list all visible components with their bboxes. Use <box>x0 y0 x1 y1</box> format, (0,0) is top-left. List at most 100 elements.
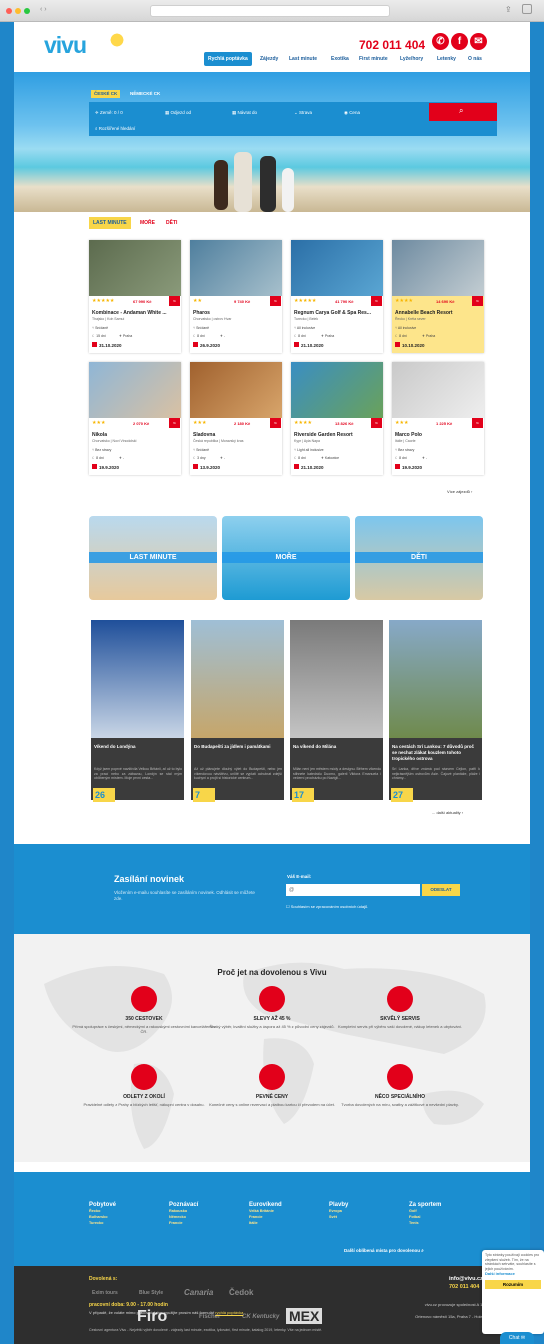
offer-card[interactable]: ★★★ 2 180 Kč% Sladovna Česká republika | Mo… <box>190 362 282 475</box>
offer-location: Řecko | Kréta sever <box>395 317 426 321</box>
family-photo-3 <box>260 156 276 212</box>
offer-card[interactable]: ★★★★ 14 690 Kč% Annabelle Beach Resort Řeck… <box>392 240 484 353</box>
nav-quick-request[interactable]: Rychlá poptávka <box>204 52 252 66</box>
offer-date-label: 13.9.2020 <box>200 465 221 470</box>
more-news-link[interactable]: ... další aktuality › <box>432 810 463 815</box>
blog-card[interactable]: Do Budapešti za jídlem i památkami Až už … <box>191 620 284 802</box>
tabs-icon[interactable] <box>522 4 532 14</box>
footer-link[interactable]: Svět <box>329 1214 348 1220</box>
minimize-window-icon[interactable] <box>15 8 21 14</box>
offer-departure-label: Praha <box>122 334 133 338</box>
category-kids[interactable]: DĚTI <box>355 516 483 600</box>
footer-link[interactable]: Francie <box>169 1220 198 1226</box>
offer-card[interactable]: ★★★★★ 41 790 Kč% Regnum Carya Golf & Spa R… <box>291 240 383 353</box>
offer-meal-label: All inclusive <box>397 326 417 330</box>
blog-card[interactable]: Na cestách Srí Lankou: 7 důvodů proč se … <box>389 620 482 802</box>
offer-departure-label: Praha <box>425 334 436 338</box>
lang-german[interactable]: NĚMECKÉ CK <box>127 90 163 98</box>
offer-photo <box>190 240 282 296</box>
thumbs-up-icon <box>387 986 413 1012</box>
nav-flights[interactable]: Letenky <box>437 52 456 66</box>
phone-icon[interactable]: ✆ <box>432 33 449 50</box>
nav-last-minute[interactable]: Last minute <box>289 52 317 66</box>
nav-exotic[interactable]: Exotika <box>331 52 349 66</box>
share-icon[interactable]: ⇪ <box>505 5 512 14</box>
browser-toolbar: ‹ › ⇪ <box>0 0 544 22</box>
nav-tours[interactable]: Zájezdy <box>260 52 278 66</box>
meal-select[interactable]: ⌄ Strava <box>294 108 312 118</box>
footer-link[interactable]: Itálie <box>249 1220 282 1226</box>
footer-link[interactable]: Tenis <box>409 1220 441 1226</box>
phone-number[interactable]: 702 011 404 <box>359 38 425 52</box>
logo[interactable]: vivu <box>44 32 87 59</box>
footer-col: Plavby Evropa Svět <box>329 1202 348 1220</box>
offer-card[interactable]: ★★ 9 740 Kč% Pharos Chorvatsko | ostrov Hva… <box>190 240 282 353</box>
cookie-more-link[interactable]: Další informace <box>485 1271 541 1276</box>
why-item-title: NĚCO SPECIÁLNÍHO <box>374 1094 425 1100</box>
footer-link[interactable]: Turecko <box>89 1220 116 1226</box>
offer-card[interactable]: ★★★★ 13 826 Kč% Riverside Garden Resort Kyp… <box>291 362 383 475</box>
offer-price: 13 826 Kč <box>335 421 354 426</box>
country-select[interactable]: ✈ Země: 0 / 0 <box>95 108 123 118</box>
return-date[interactable]: ▦ Návrat do <box>232 108 257 118</box>
offer-departure: ✈ Katowice <box>321 456 340 460</box>
quick-request-link[interactable]: rychlá poptávka <box>215 1310 243 1315</box>
nav-first-minute[interactable]: First minute <box>359 52 388 66</box>
offer-meal: ⑂ All inclusive <box>395 326 417 330</box>
category-last-minute[interactable]: LAST MINUTE <box>89 516 217 600</box>
offer-days-label: 8 dní <box>197 334 205 338</box>
more-offers-link[interactable]: Více zájezdů › <box>447 489 472 494</box>
subscribe-button[interactable]: ODESLAT <box>422 884 460 896</box>
offer-date-label: 19.9.2020 <box>402 465 423 470</box>
offer-meal-label: Bez stravy <box>398 448 415 452</box>
cookie-accept-button[interactable]: Rozumím <box>485 1280 541 1290</box>
email-input[interactable] <box>286 884 420 896</box>
blog-card[interactable]: Na víkend do Milána Milán není jen městem… <box>290 620 383 802</box>
offer-stars: ★★★ <box>395 420 409 426</box>
offer-days: ☾ 8 dní <box>193 334 205 338</box>
nav-about[interactable]: O nás <box>468 52 482 66</box>
maximize-window-icon[interactable] <box>24 8 30 14</box>
blog-date: 17 <box>292 788 314 802</box>
advanced-search-label: Rozšířené hledání <box>98 126 136 131</box>
chat-button[interactable]: Chat ✉ <box>500 1332 534 1344</box>
offer-card[interactable]: ★★★★★ 67 990 Kč% Kombinace - Andaman White… <box>89 240 181 353</box>
consent-checkbox[interactable]: ☐ Souhlasím se zpracováním osobních údaj… <box>286 904 368 909</box>
footer-phone[interactable]: 702 011 404 <box>449 1284 479 1290</box>
calendar-icon <box>193 342 198 347</box>
price-select[interactable]: ◉ Cena <box>344 108 360 118</box>
blog-excerpt: Milán není jen městem módy a designu. Bě… <box>293 767 381 780</box>
category-sea[interactable]: MOŘE <box>222 516 350 600</box>
footer-email[interactable]: info@vivu.cz <box>449 1276 483 1282</box>
blog-photo <box>91 620 184 738</box>
close-window-icon[interactable] <box>6 8 12 14</box>
blog-card[interactable]: Víkend do Londýna Když jsem poprvé navští… <box>91 620 184 802</box>
offer-name: Pharos <box>193 310 210 316</box>
tab-last-minute[interactable]: LAST MINUTE <box>89 217 131 229</box>
advanced-search[interactable]: ⌕ Rozšířené hledání <box>95 124 135 134</box>
discount-badge: % <box>371 418 382 428</box>
departure-date[interactable]: ▦ Odjezd od <box>165 108 191 118</box>
favorite-places-link[interactable]: Další oblíbená místa pro dovolenou ⌕ <box>344 1248 424 1253</box>
working-hours: pracovní doba: 9.00 - 17.00 hodin <box>89 1302 168 1308</box>
why-title: Proč jet na dovolenou s Vivu <box>217 968 327 977</box>
search-button[interactable]: ⌕ <box>429 103 497 121</box>
facebook-icon[interactable]: f <box>451 33 468 50</box>
offer-photo <box>89 362 181 418</box>
offer-location: Chorvatsko | ostrov Hvar <box>193 317 232 321</box>
blog-title: Na víkend do Milána <box>293 744 337 749</box>
address-bar[interactable] <box>150 5 390 17</box>
lang-czech[interactable]: ČESKÉ CK <box>91 90 121 98</box>
tab-sea[interactable]: MOŘE <box>140 217 155 229</box>
discount-badge: % <box>472 296 483 306</box>
nav-ski[interactable]: Lyže/hory <box>400 52 423 66</box>
email-icon[interactable]: ✉ <box>470 33 487 50</box>
footer-col: Za sportem Golf Fotbal Tenis <box>409 1202 441 1226</box>
tab-kids[interactable]: DĚTI <box>166 217 177 229</box>
offer-meal-label: Bez stravy <box>95 448 112 452</box>
back-forward-icon[interactable]: ‹ › <box>40 6 47 13</box>
offer-card[interactable]: ★★★ 1 225 Kč% Marco Polo Itálie | Caorle ⑂ B… <box>392 362 484 475</box>
offer-card[interactable]: ★★★ 2 070 Kč% Nikola Chorvatsko | Novi Vino… <box>89 362 181 475</box>
offer-days-label: 8 dní <box>298 456 306 460</box>
offer-photo <box>291 362 383 418</box>
